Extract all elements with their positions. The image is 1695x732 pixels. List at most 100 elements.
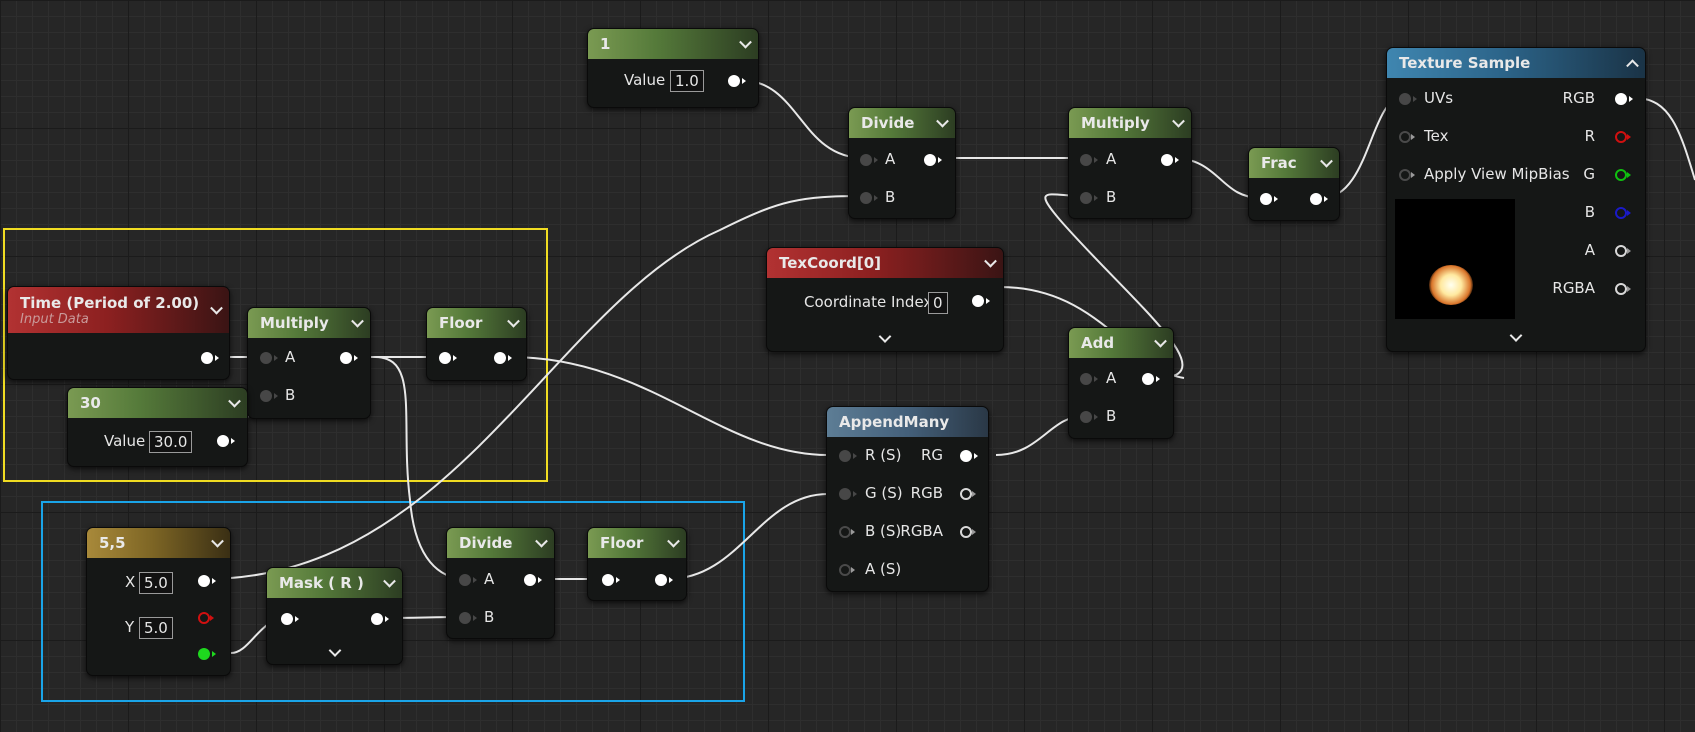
input-pin[interactable]: [1260, 193, 1272, 205]
input-pin-a[interactable]: [860, 154, 872, 166]
mask-r-node[interactable]: Mask ( R ): [266, 567, 403, 665]
input-pin-a[interactable]: [1080, 154, 1092, 166]
chevron-down-icon[interactable]: [507, 314, 520, 328]
chevron-down-icon[interactable]: [211, 534, 224, 548]
input-pin-a[interactable]: [459, 574, 471, 586]
input-pin-uvs[interactable]: [1399, 93, 1411, 105]
input-pin-b[interactable]: [839, 526, 851, 538]
chevron-down-icon[interactable]: [210, 301, 223, 315]
pin-label: RGB: [910, 484, 943, 502]
output-pin[interactable]: [728, 75, 740, 87]
x-value-field[interactable]: 5.0: [139, 572, 173, 594]
input-pin[interactable]: [281, 613, 293, 625]
chevron-down-icon[interactable]: [351, 314, 364, 328]
frac-node[interactable]: Frac: [1248, 147, 1340, 221]
constant2-node-5-5[interactable]: 5,5 X 5.0 Y 5.0: [86, 527, 231, 676]
chevron-down-icon[interactable]: [383, 574, 396, 588]
output-pin-rgba[interactable]: [960, 526, 972, 538]
chevron-down-icon[interactable]: [1172, 114, 1185, 128]
input-pin-b[interactable]: [260, 390, 272, 402]
input-pin-a[interactable]: [260, 352, 272, 364]
floor-node-top[interactable]: Floor: [426, 307, 527, 381]
input-pin-r[interactable]: [839, 450, 851, 462]
constant-node-1[interactable]: 1 Value 1.0: [587, 28, 759, 108]
coordinate-index-field[interactable]: 0: [928, 292, 948, 314]
chevron-down-icon[interactable]: [328, 644, 341, 657]
output-pin-a[interactable]: [1615, 245, 1627, 257]
chevron-down-icon[interactable]: [228, 394, 241, 408]
input-pin-a[interactable]: [839, 564, 851, 576]
value-field[interactable]: 30.0: [149, 431, 193, 453]
texcoord-node[interactable]: TexCoord[0] Coordinate Index 0: [766, 247, 1004, 352]
input-pin-b[interactable]: [459, 612, 471, 624]
output-pin[interactable]: [201, 352, 213, 364]
chevron-down-icon[interactable]: [1509, 329, 1523, 342]
output-pin[interactable]: [198, 575, 210, 587]
chevron-up-icon[interactable]: [1626, 59, 1639, 73]
node-title: Divide: [459, 534, 513, 552]
output-pin-b[interactable]: [1615, 207, 1627, 219]
y-value-field[interactable]: 5.0: [139, 617, 173, 639]
chevron-down-icon[interactable]: [535, 534, 548, 548]
pin-label: RGB: [1562, 89, 1595, 107]
node-header: Multiply: [1069, 108, 1191, 138]
output-pin[interactable]: [1310, 193, 1322, 205]
time-node[interactable]: Time (Period of 2.00) Input Data: [7, 286, 230, 380]
constant-node-30[interactable]: 30 Value 30.0: [67, 387, 248, 467]
output-pin-rg[interactable]: [960, 450, 972, 462]
chevron-down-icon[interactable]: [667, 534, 680, 548]
input-pin-b[interactable]: [860, 192, 872, 204]
output-pin-rgba[interactable]: [1615, 283, 1627, 295]
pin-b-label: B: [484, 608, 495, 626]
node-header: Time (Period of 2.00) Input Data: [8, 287, 229, 333]
append-many-node[interactable]: AppendMany R (S) G (S) B (S) A (S) RG RG…: [826, 406, 989, 592]
output-pin[interactable]: [655, 574, 667, 586]
chevron-down-icon[interactable]: [739, 35, 752, 49]
output-pin-g[interactable]: [1615, 169, 1627, 181]
add-node[interactable]: Add A B: [1068, 327, 1174, 439]
node-title: Divide: [861, 114, 915, 132]
pin-label: UVs: [1424, 89, 1454, 107]
pin-label: Tex: [1424, 127, 1449, 145]
input-pin-b[interactable]: [1080, 192, 1092, 204]
output-pin[interactable]: [972, 295, 984, 307]
multiply-node-top[interactable]: Multiply A B: [1068, 107, 1192, 219]
node-header: Divide: [447, 528, 554, 558]
output-pin-rgb[interactable]: [1615, 93, 1627, 105]
pin-label: A: [1584, 241, 1595, 259]
output-pin[interactable]: [1142, 373, 1154, 385]
chevron-down-icon[interactable]: [984, 254, 997, 268]
output-pin-r[interactable]: [198, 612, 210, 624]
divide-node-bottom[interactable]: Divide A B: [446, 527, 555, 639]
output-pin[interactable]: [494, 352, 506, 364]
input-pin-b[interactable]: [1080, 411, 1092, 423]
input-pin-a[interactable]: [1080, 373, 1092, 385]
input-pin-g[interactable]: [839, 488, 851, 500]
output-pin[interactable]: [217, 435, 229, 447]
output-pin[interactable]: [371, 613, 383, 625]
floor-node-bottom[interactable]: Floor: [587, 527, 687, 601]
pin-label: R: [1584, 127, 1595, 145]
pin-a-label: A: [1106, 369, 1117, 387]
chevron-down-icon[interactable]: [1154, 334, 1167, 348]
output-pin-r[interactable]: [1615, 131, 1627, 143]
chevron-down-icon[interactable]: [878, 330, 892, 343]
output-pin[interactable]: [924, 154, 936, 166]
input-pin[interactable]: [602, 574, 614, 586]
output-pin[interactable]: [340, 352, 352, 364]
chevron-down-icon[interactable]: [936, 114, 949, 128]
input-pin[interactable]: [439, 352, 451, 364]
texture-sample-node[interactable]: Texture Sample UVs Tex Apply View MipBia…: [1386, 47, 1646, 352]
pin-a-label: A: [1106, 150, 1117, 168]
chevron-down-icon[interactable]: [1320, 154, 1333, 168]
input-pin-tex[interactable]: [1399, 131, 1411, 143]
node-header: 5,5: [87, 528, 230, 558]
output-pin[interactable]: [1161, 154, 1173, 166]
output-pin-rgb[interactable]: [960, 488, 972, 500]
multiply-node-left[interactable]: Multiply A B: [247, 307, 371, 419]
value-field[interactable]: 1.0: [670, 70, 704, 92]
output-pin-g[interactable]: [198, 648, 210, 660]
input-pin-mipbias[interactable]: [1399, 169, 1411, 181]
output-pin[interactable]: [524, 574, 536, 586]
divide-node-top[interactable]: Divide A B: [848, 107, 956, 219]
